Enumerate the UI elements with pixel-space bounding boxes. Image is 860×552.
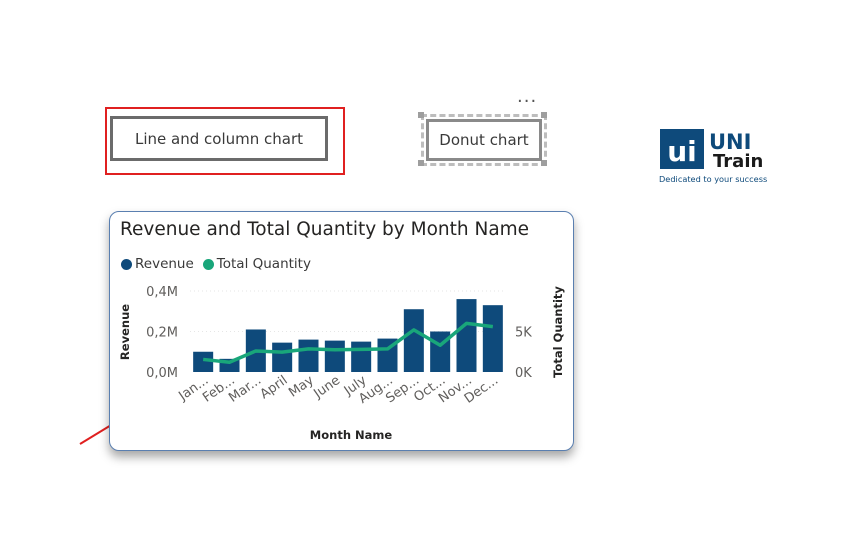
y2-tick-label: 0K <box>515 366 532 381</box>
more-options-icon[interactable]: ... <box>517 88 537 106</box>
x-axis-title: Month Name <box>310 428 393 442</box>
resize-handle[interactable] <box>541 112 547 118</box>
logo-name-bottom: Train <box>713 151 763 172</box>
revenue-bar <box>482 305 503 372</box>
revenue-bar <box>456 299 477 372</box>
logo-tagline: Dedicated to your success <box>659 174 767 184</box>
revenue-bar <box>272 342 293 372</box>
revenue-bar <box>351 341 372 372</box>
chart-visual[interactable]: Revenue and Total Quantity by Month Name… <box>109 211 574 451</box>
x-tick-label: June <box>311 373 344 402</box>
y-tick-label: 0,2M <box>146 326 178 341</box>
y-tick-label: 0,4M <box>146 285 178 300</box>
donut-chart-button[interactable]: Donut chart <box>426 119 542 161</box>
logo-mark: ui <box>667 135 697 168</box>
revenue-bar <box>324 340 345 372</box>
resize-handle[interactable] <box>418 112 424 118</box>
x-tick-label: April <box>258 373 291 402</box>
y-tick-label: 0,0M <box>146 366 178 381</box>
y-axis-title: Revenue <box>118 304 132 360</box>
unitrain-logo: ui UNI Train Dedicated to your success <box>659 127 771 185</box>
line-and-column-chart-button[interactable]: Line and column chart <box>110 116 328 161</box>
y2-tick-label: 5K <box>515 326 532 341</box>
x-tick-label: May <box>286 373 317 401</box>
logo-graphic: ui UNI Train Dedicated to your success <box>659 129 767 184</box>
chart-plot: Revenue Total Quantity Month Name 0,0M 0,… <box>118 285 565 442</box>
y2-axis-title: Total Quantity <box>551 286 565 378</box>
revenue-bar <box>298 339 319 372</box>
revenue-bar <box>403 309 424 372</box>
resize-handle[interactable] <box>418 160 424 166</box>
